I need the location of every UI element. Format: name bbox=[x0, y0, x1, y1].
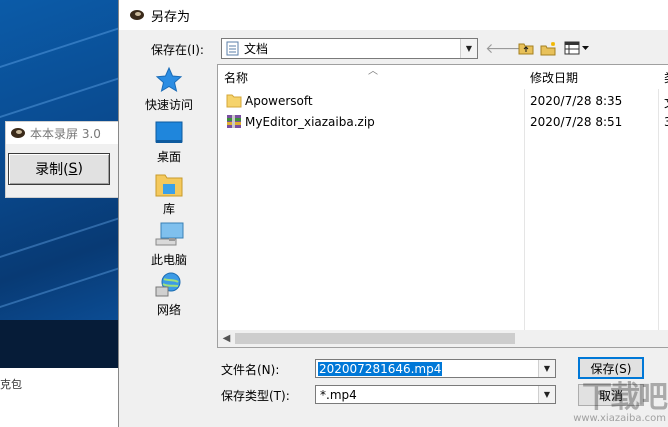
dialog-titlebar[interactable]: 另存为 bbox=[119, 0, 668, 30]
view-menu-icon[interactable] bbox=[563, 38, 591, 58]
app-camera-icon bbox=[11, 128, 25, 138]
network-icon bbox=[155, 272, 181, 297]
column-header-type[interactable]: 类 bbox=[658, 65, 668, 89]
place-this-pc[interactable]: 此电脑 bbox=[133, 221, 205, 268]
place-label: 快速访问 bbox=[144, 98, 193, 112]
file-type: 文 bbox=[664, 94, 668, 111]
dialog-title: 另存为 bbox=[151, 9, 191, 25]
chevron-down-icon[interactable]: ▼ bbox=[538, 360, 555, 377]
filename-label: 文件名(N): bbox=[221, 363, 280, 377]
scroll-left-icon[interactable]: ◀ bbox=[218, 330, 235, 347]
desktop-light-streak bbox=[0, 199, 120, 263]
watermark: 下载吧 www.xiazaiba.com bbox=[573, 380, 668, 425]
place-library[interactable]: 库 bbox=[133, 170, 205, 217]
scrollbar-thumb[interactable] bbox=[235, 333, 515, 344]
desktop-light-streak bbox=[0, 59, 120, 123]
column-header-modified[interactable]: 修改日期 bbox=[524, 65, 658, 89]
desktop-light-streak bbox=[0, 249, 120, 313]
computer-icon bbox=[155, 222, 184, 246]
chevron-down-icon[interactable]: ▼ bbox=[460, 39, 477, 58]
library-icon bbox=[155, 174, 183, 197]
record-button[interactable]: 录制(S) bbox=[8, 153, 110, 185]
place-network[interactable]: 网络 bbox=[133, 271, 205, 318]
save-as-dialog[interactable]: 另存为 保存在(I): 文档 ▼ 🡐 快速访问 桌面 库 此电脑 网络 名称 ︿… bbox=[118, 0, 668, 427]
horizontal-scrollbar[interactable]: ◀ bbox=[218, 330, 668, 347]
place-quick-access[interactable]: 快速访问 bbox=[133, 66, 205, 113]
save-in-value: 文档 bbox=[244, 42, 269, 56]
up-folder-icon[interactable] bbox=[517, 38, 535, 58]
watermark-url: www.xiazaiba.com bbox=[573, 413, 666, 424]
place-desktop[interactable]: 桌面 bbox=[133, 120, 205, 165]
place-label: 网络 bbox=[156, 303, 181, 317]
background-app-window[interactable]: 本本录屏 3.0 录制(S) bbox=[5, 121, 122, 198]
record-button-suffix: ) bbox=[77, 161, 83, 177]
column-header-label: 类 bbox=[664, 69, 668, 86]
save-in-row: 保存在(I): bbox=[151, 39, 204, 59]
save-button[interactable]: 保存(S) bbox=[578, 357, 644, 379]
watermark-logo: 下载吧 bbox=[582, 380, 668, 415]
place-label: 此电脑 bbox=[150, 253, 187, 267]
quick-access-star-icon bbox=[155, 66, 183, 93]
app-camera-icon bbox=[130, 10, 144, 20]
record-button-label: 录制( bbox=[35, 162, 69, 178]
filename-input[interactable]: 202007281646.mp4 bbox=[318, 361, 443, 376]
file-name: MyEditor_xiazaiba.zip bbox=[245, 114, 375, 129]
file-row[interactable]: Apowersoft 2020/7/28 8:35 文 bbox=[218, 91, 668, 111]
background-window-text: 克包 bbox=[0, 378, 22, 391]
place-label: 桌面 bbox=[156, 150, 181, 164]
background-app-title: 本本录屏 3.0 bbox=[30, 126, 101, 141]
file-row[interactable]: MyEditor_xiazaiba.zip 2020/7/28 8:51 3 bbox=[218, 112, 668, 132]
filetype-label: 保存类型(T): bbox=[221, 389, 290, 403]
column-header-label: 名称 bbox=[224, 70, 249, 85]
column-header-label: 修改日期 bbox=[530, 70, 579, 85]
back-arrow-icon[interactable]: 🡐 bbox=[485, 38, 523, 58]
folder-icon bbox=[226, 94, 242, 108]
file-list[interactable]: 名称 ︿ 修改日期 类 Apowersoft 2020/7/28 8:35 文 bbox=[217, 64, 668, 348]
chevron-down-icon[interactable]: ▼ bbox=[538, 386, 555, 403]
new-folder-icon[interactable] bbox=[539, 38, 559, 58]
filename-combobox[interactable]: 202007281646.mp4 ▼ bbox=[315, 359, 556, 378]
background-app-titlebar[interactable]: 本本录屏 3.0 bbox=[6, 122, 121, 144]
record-button-hotkey: S bbox=[68, 161, 78, 177]
sort-up-icon: ︿ bbox=[368, 66, 378, 77]
desktop-dark-band bbox=[0, 320, 120, 370]
file-type: 3 bbox=[664, 115, 668, 129]
zip-archive-icon bbox=[227, 115, 241, 128]
save-in-combobox[interactable]: 文档 ▼ bbox=[221, 38, 478, 59]
desktop-light-streak bbox=[0, 9, 120, 73]
place-label: 库 bbox=[162, 202, 175, 216]
filetype-combobox[interactable]: *.mp4 ▼ bbox=[315, 385, 556, 404]
documents-icon bbox=[226, 41, 239, 56]
desktop-icon bbox=[155, 121, 183, 143]
file-name: Apowersoft bbox=[245, 93, 313, 108]
file-date: 2020/7/28 8:35 bbox=[530, 94, 623, 108]
desktop-background: 克包 bbox=[0, 0, 120, 427]
filetype-value: *.mp4 bbox=[320, 387, 357, 402]
save-in-label: 保存在(I): bbox=[151, 42, 204, 57]
file-date: 2020/7/28 8:51 bbox=[530, 115, 623, 129]
